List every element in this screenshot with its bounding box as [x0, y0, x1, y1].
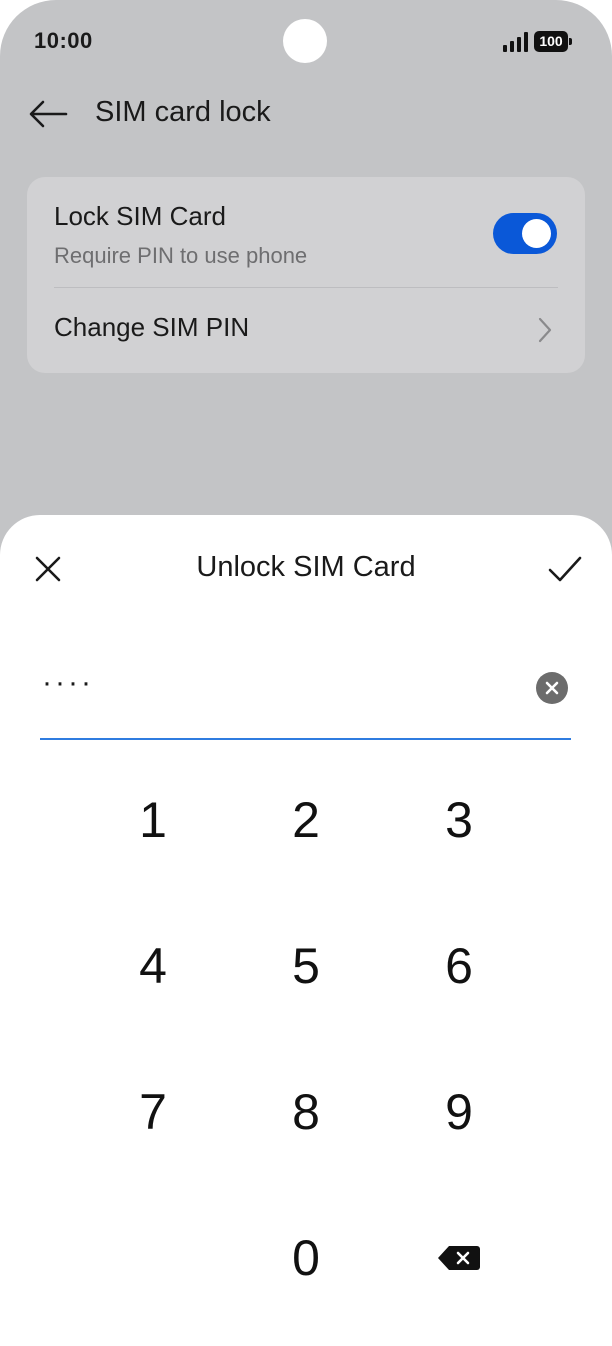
- clear-circle-icon: [545, 681, 559, 695]
- app-bar: SIM card lock: [0, 84, 612, 144]
- change-pin-row[interactable]: Change SIM PIN: [27, 288, 585, 373]
- check-icon: [548, 556, 582, 582]
- key-0[interactable]: 0: [236, 1198, 376, 1318]
- pin-value: ····: [42, 666, 94, 699]
- status-time: 10:00: [34, 28, 93, 53]
- key-8[interactable]: 8: [236, 1052, 376, 1172]
- lock-sim-row[interactable]: Lock SIM Card Require PIN to use phone: [27, 177, 585, 287]
- lock-sim-subtitle: Require PIN to use phone: [54, 243, 308, 268]
- backspace-icon: [438, 1246, 480, 1270]
- sheet-title: Unlock SIM Card: [196, 551, 416, 583]
- chevron-right-icon: [538, 317, 552, 343]
- unlock-sim-sheet: Unlock SIM Card ···· 1 2 3 4 5 6 7 8 9 0: [0, 515, 612, 1346]
- key-6[interactable]: 6: [389, 906, 529, 1026]
- key-3[interactable]: 3: [389, 760, 529, 880]
- key-7[interactable]: 7: [83, 1052, 223, 1172]
- key-4[interactable]: 4: [83, 906, 223, 1026]
- lock-sim-title: Lock SIM Card: [54, 201, 226, 231]
- change-pin-title: Change SIM PIN: [54, 312, 250, 342]
- camera-cutout: [283, 19, 327, 63]
- arrow-left-icon: [29, 100, 68, 128]
- status-bar: 10:00 100: [0, 0, 612, 84]
- key-9[interactable]: 9: [389, 1052, 529, 1172]
- clear-button[interactable]: [536, 672, 568, 704]
- settings-card: Lock SIM Card Require PIN to use phone C…: [27, 177, 585, 373]
- phone-screen: 10:00 100 SIM card lock Lock SIM Card Re…: [0, 0, 612, 1346]
- backspace-button[interactable]: [389, 1198, 529, 1318]
- key-5[interactable]: 5: [236, 906, 376, 1026]
- page-title: SIM card lock: [95, 96, 271, 128]
- confirm-button[interactable]: [543, 547, 587, 591]
- battery-level: 100: [534, 31, 568, 52]
- toggle-knob: [522, 219, 551, 248]
- battery-icon: 100: [534, 31, 574, 52]
- pin-input[interactable]: ····: [40, 655, 571, 740]
- signal-icon: [503, 32, 528, 52]
- key-2[interactable]: 2: [236, 760, 376, 880]
- pin-underline: [40, 738, 571, 740]
- lock-sim-toggle[interactable]: [493, 213, 557, 254]
- back-button[interactable]: [26, 92, 70, 136]
- key-1[interactable]: 1: [83, 760, 223, 880]
